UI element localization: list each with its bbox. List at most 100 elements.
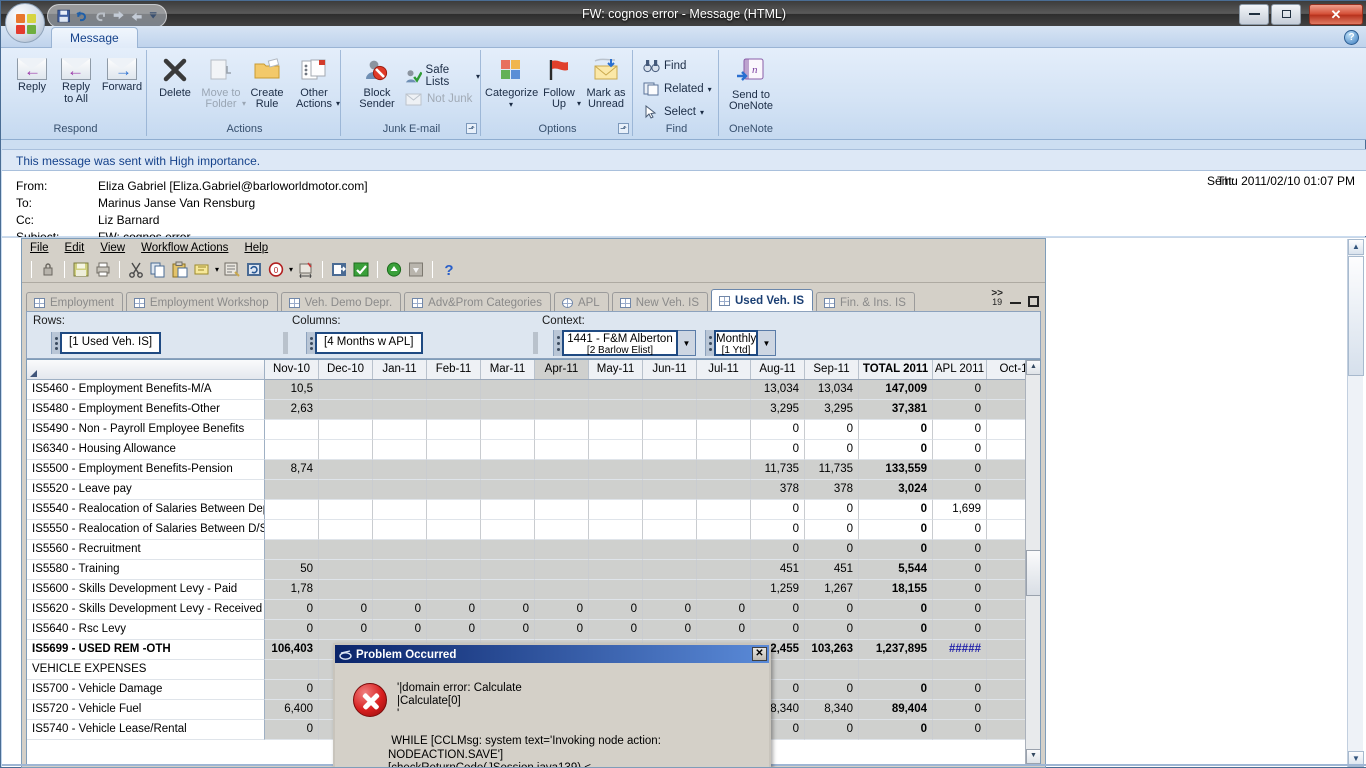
tab-new-veh-is[interactable]: New Veh. IS [611,292,708,311]
table-cell[interactable] [933,660,987,680]
grid-vertical-scrollbar[interactable]: ▲ ▼ [1025,360,1040,764]
grid-column-header[interactable]: Feb-11 [427,360,481,379]
menu-file[interactable]: File [30,242,49,254]
table-cell[interactable] [319,380,373,400]
table-cell[interactable]: 0 [535,620,589,640]
cc-value[interactable]: Liz Barnard [98,213,159,227]
tab-overflow-button[interactable]: >> 19 [991,289,1003,307]
table-cell[interactable]: 0 [859,500,933,520]
table-cell[interactable]: 0 [859,600,933,620]
table-cell[interactable] [589,480,643,500]
table-cell[interactable] [427,480,481,500]
table-cell[interactable]: 8,74 [265,460,319,480]
table-cell[interactable]: 0 [933,480,987,500]
table-cell[interactable] [697,560,751,580]
table-cell[interactable]: 0 [265,600,319,620]
send-to-onenote-button[interactable]: n Send to OneNote [724,58,778,113]
table-cell[interactable]: 103,263 [805,640,859,660]
table-cell[interactable]: 18,155 [859,580,933,600]
table-cell[interactable]: 0 [427,600,481,620]
table-cell[interactable] [427,460,481,480]
maximize-button[interactable] [1271,4,1301,25]
lock-icon[interactable] [39,261,57,278]
table-cell[interactable] [265,540,319,560]
table-cell[interactable] [265,520,319,540]
rows-chip[interactable]: [1 Used Veh. IS] [60,332,162,354]
table-cell[interactable]: 0 [933,520,987,540]
table-cell[interactable]: 0 [805,440,859,460]
table-cell[interactable] [319,580,373,600]
move-to-folder-button[interactable]: Move to Folder ▾ [197,58,246,111]
reply-all-button[interactable]: ← Reply to All [53,58,99,105]
row-label[interactable]: IS6340 - Housing Allowance [27,440,265,460]
table-cell[interactable] [373,400,427,420]
maximize-pane-icon[interactable] [1028,296,1039,307]
table-cell[interactable]: 0 [373,620,427,640]
table-cell[interactable]: 0 [805,500,859,520]
table-cell[interactable] [643,560,697,580]
table-cell[interactable]: 0 [265,680,319,700]
table-cell[interactable]: 0 [697,600,751,620]
table-cell[interactable] [589,520,643,540]
reply-button[interactable]: ← Reply [11,58,53,94]
help-icon[interactable]: ? [1344,30,1359,45]
table-cell[interactable]: 0 [697,620,751,640]
table-cell[interactable] [481,460,535,480]
table-cell[interactable] [589,380,643,400]
table-cell[interactable] [697,500,751,520]
row-label[interactable]: IS5560 - Recruitment [27,540,265,560]
scroll-thumb[interactable] [1026,550,1040,596]
table-cell[interactable] [859,660,933,680]
categorize-button[interactable]: Categorize ▾ [485,58,538,111]
table-cell[interactable]: 1,237,895 [859,640,933,660]
table-row[interactable]: IS5550 - Realocation of Salaries Between… [27,520,1040,540]
context-chip-grip[interactable] [553,330,562,356]
table-cell[interactable]: 3,024 [859,480,933,500]
table-cell[interactable]: 0 [265,720,319,740]
table-cell[interactable] [535,500,589,520]
table-cell[interactable]: 0 [933,720,987,740]
table-cell[interactable]: 0 [589,600,643,620]
table-cell[interactable]: 0 [751,420,805,440]
save-icon[interactable] [57,8,70,24]
table-cell[interactable] [643,500,697,520]
columns-chip-grip[interactable] [306,332,315,354]
table-cell[interactable]: 10,5 [265,380,319,400]
grid-corner-cell[interactable] [27,360,265,380]
promote-icon[interactable] [385,261,403,278]
table-cell[interactable] [481,540,535,560]
row-label[interactable]: IS5720 - Vehicle Fuel [27,700,265,720]
table-row[interactable]: IS5500 - Employment Benefits-Pension 8,74… [27,460,1040,480]
grid-column-header[interactable]: Jul-11 [697,360,751,379]
grid-column-header[interactable]: Jun-11 [643,360,697,379]
table-cell[interactable] [697,380,751,400]
table-cell[interactable] [481,420,535,440]
table-cell[interactable] [319,520,373,540]
next-item-icon[interactable] [130,8,143,24]
table-cell[interactable]: 0 [643,600,697,620]
table-cell[interactable] [373,560,427,580]
table-cell[interactable] [373,460,427,480]
table-cell[interactable] [373,440,427,460]
table-cell[interactable] [535,560,589,580]
table-cell[interactable]: 0 [643,620,697,640]
table-cell[interactable] [265,440,319,460]
scroll-up-button[interactable]: ▲ [1348,239,1364,255]
tab-used-veh-is[interactable]: Used Veh. IS [711,289,814,311]
table-cell[interactable]: 1,699 [933,500,987,520]
menu-edit[interactable]: Edit [65,242,85,254]
scroll-down-button[interactable]: ▼ [1026,749,1040,764]
grid-column-header[interactable]: Dec-10 [319,360,373,379]
table-cell[interactable]: 0 [805,420,859,440]
from-value[interactable]: Eliza Gabriel [Eliza.Gabriel@barloworldm… [98,179,368,193]
table-cell[interactable] [319,500,373,520]
tab-message[interactable]: Message [51,27,138,49]
table-cell[interactable] [265,500,319,520]
table-cell[interactable]: 0 [481,600,535,620]
table-cell[interactable] [373,380,427,400]
row-label[interactable]: IS5600 - Skills Development Levy - Paid [27,580,265,600]
table-cell[interactable] [427,540,481,560]
table-cell[interactable] [643,400,697,420]
grid-column-header[interactable]: Mar-11 [481,360,535,379]
table-cell[interactable] [697,540,751,560]
